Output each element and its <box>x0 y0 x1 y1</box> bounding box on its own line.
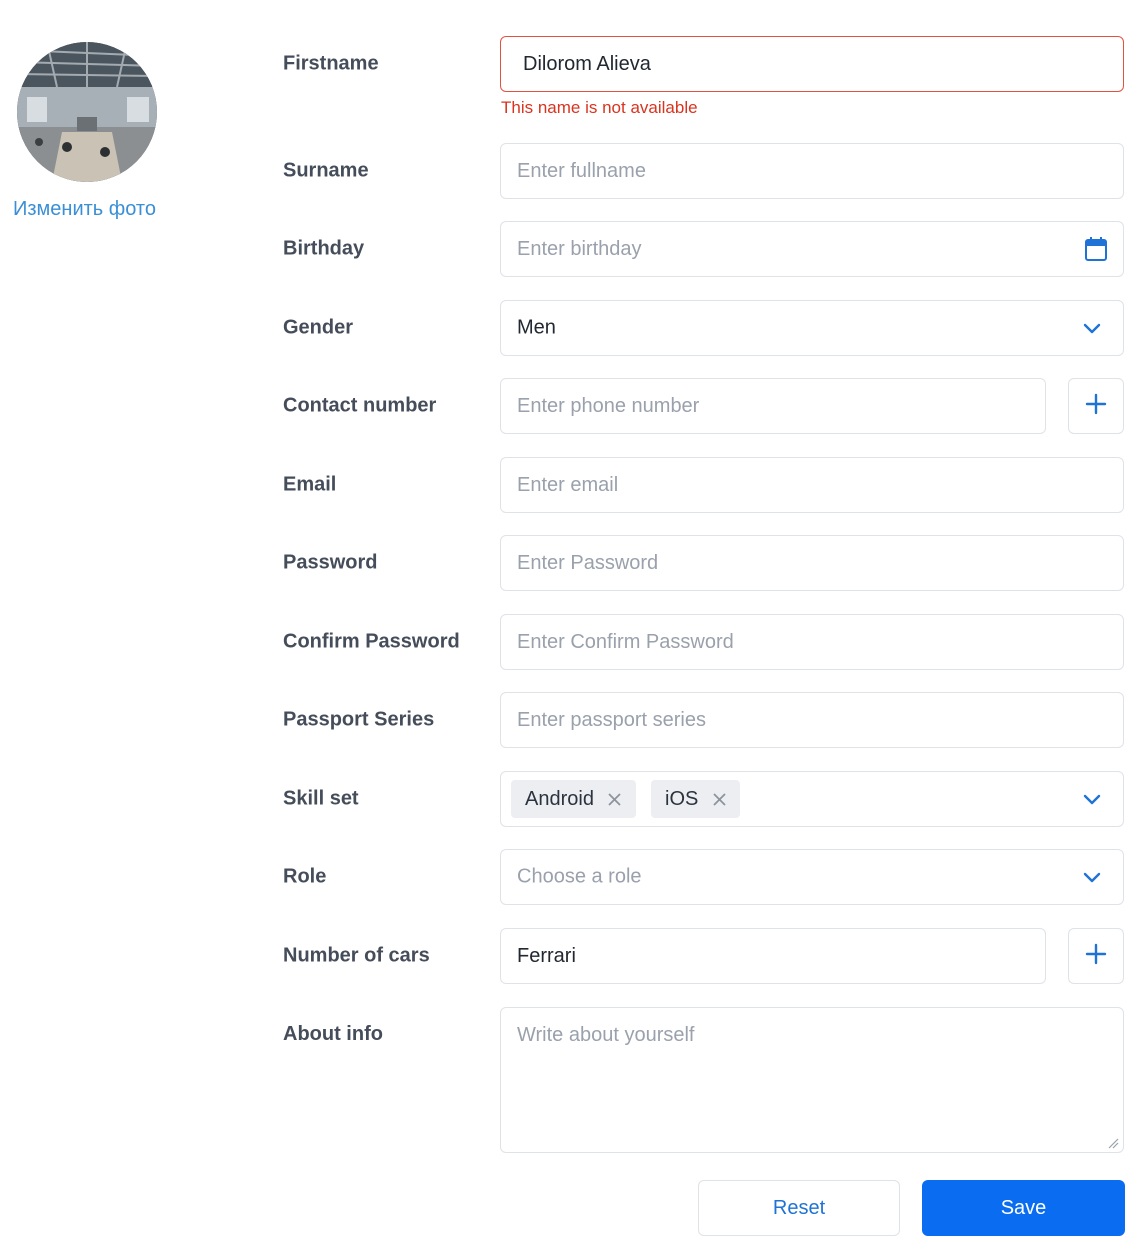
contact-number-field[interactable] <box>500 378 1046 434</box>
surname-input[interactable] <box>501 144 1123 198</box>
birthday-field[interactable] <box>500 221 1124 277</box>
birthday-label: Birthday <box>283 237 365 260</box>
remove-chip-icon[interactable] <box>712 792 726 806</box>
skill-set-row: Skill set Android iOS <box>283 771 1125 827</box>
gender-select[interactable]: Men <box>500 300 1124 356</box>
save-button[interactable]: Save <box>922 1180 1125 1236</box>
office-photo-image <box>17 42 157 182</box>
surname-field[interactable] <box>500 143 1124 199</box>
password-field[interactable] <box>500 535 1124 591</box>
number-of-cars-field[interactable] <box>500 928 1046 984</box>
password-label: Password <box>283 551 378 574</box>
password-input[interactable] <box>501 536 1123 590</box>
contact-number-label: Contact number <box>283 394 437 417</box>
role-select[interactable]: Choose a role <box>500 849 1124 905</box>
plus-icon <box>1085 943 1107 970</box>
change-photo-link[interactable]: Изменить фото <box>13 198 156 221</box>
gender-row: Gender Men <box>283 300 1125 356</box>
email-row: Email <box>283 457 1125 513</box>
passport-series-field[interactable] <box>500 692 1124 748</box>
passport-series-label: Passport Series <box>283 708 435 731</box>
gender-selected-value: Men <box>517 316 556 339</box>
role-row: Role Choose a role <box>283 849 1125 905</box>
skill-chip-label: iOS <box>665 787 699 810</box>
number-of-cars-label: Number of cars <box>283 944 430 967</box>
about-info-textarea[interactable] <box>501 1008 1123 1152</box>
firstname-field[interactable] <box>500 36 1124 92</box>
skill-set-select[interactable]: Android iOS <box>500 771 1124 827</box>
role-placeholder: Choose a role <box>517 865 642 888</box>
add-car-button[interactable] <box>1068 928 1124 984</box>
firstname-row: Firstname <box>283 36 1125 92</box>
passport-series-row: Passport Series <box>283 692 1125 748</box>
firstname-error-message: This name is not available <box>501 98 698 117</box>
gender-label: Gender <box>283 316 354 339</box>
role-label: Role <box>283 865 327 888</box>
car-input[interactable] <box>501 929 1045 983</box>
chevron-down-icon[interactable] <box>1079 864 1105 890</box>
number-of-cars-row: Number of cars <box>283 928 1125 984</box>
email-field[interactable] <box>500 457 1124 513</box>
plus-icon <box>1085 393 1107 420</box>
remove-chip-icon[interactable] <box>608 792 622 806</box>
resize-handle-icon[interactable] <box>1107 1136 1119 1149</box>
confirm-password-label: Confirm Password <box>283 630 460 653</box>
about-info-row: About info <box>283 1007 1125 1153</box>
about-info-field[interactable] <box>500 1007 1124 1153</box>
birthday-input[interactable] <box>501 222 1123 276</box>
password-row: Password <box>283 535 1125 591</box>
surname-row: Surname <box>283 143 1125 199</box>
passport-series-input[interactable] <box>501 693 1123 747</box>
avatar[interactable] <box>17 42 157 182</box>
firstname-label: Firstname <box>283 52 379 75</box>
email-input[interactable] <box>501 458 1123 512</box>
about-info-label: About info <box>283 1023 383 1045</box>
reset-button[interactable]: Reset <box>698 1180 900 1236</box>
calendar-icon[interactable] <box>1083 236 1109 262</box>
skill-chip-label: Android <box>525 787 594 810</box>
confirm-password-input[interactable] <box>501 615 1123 669</box>
surname-label: Surname <box>283 159 369 182</box>
firstname-input[interactable] <box>501 37 1123 91</box>
skill-set-label: Skill set <box>283 787 359 810</box>
email-label: Email <box>283 473 337 496</box>
chevron-down-icon[interactable] <box>1079 315 1105 341</box>
skill-chip: Android <box>511 780 636 818</box>
add-phone-button[interactable] <box>1068 378 1124 434</box>
contact-number-row: Contact number <box>283 378 1125 434</box>
confirm-password-row: Confirm Password <box>283 614 1125 670</box>
confirm-password-field[interactable] <box>500 614 1124 670</box>
phone-input[interactable] <box>501 379 1045 433</box>
chevron-down-icon[interactable] <box>1079 786 1105 812</box>
skill-chip: iOS <box>651 780 741 818</box>
birthday-row: Birthday <box>283 221 1125 277</box>
